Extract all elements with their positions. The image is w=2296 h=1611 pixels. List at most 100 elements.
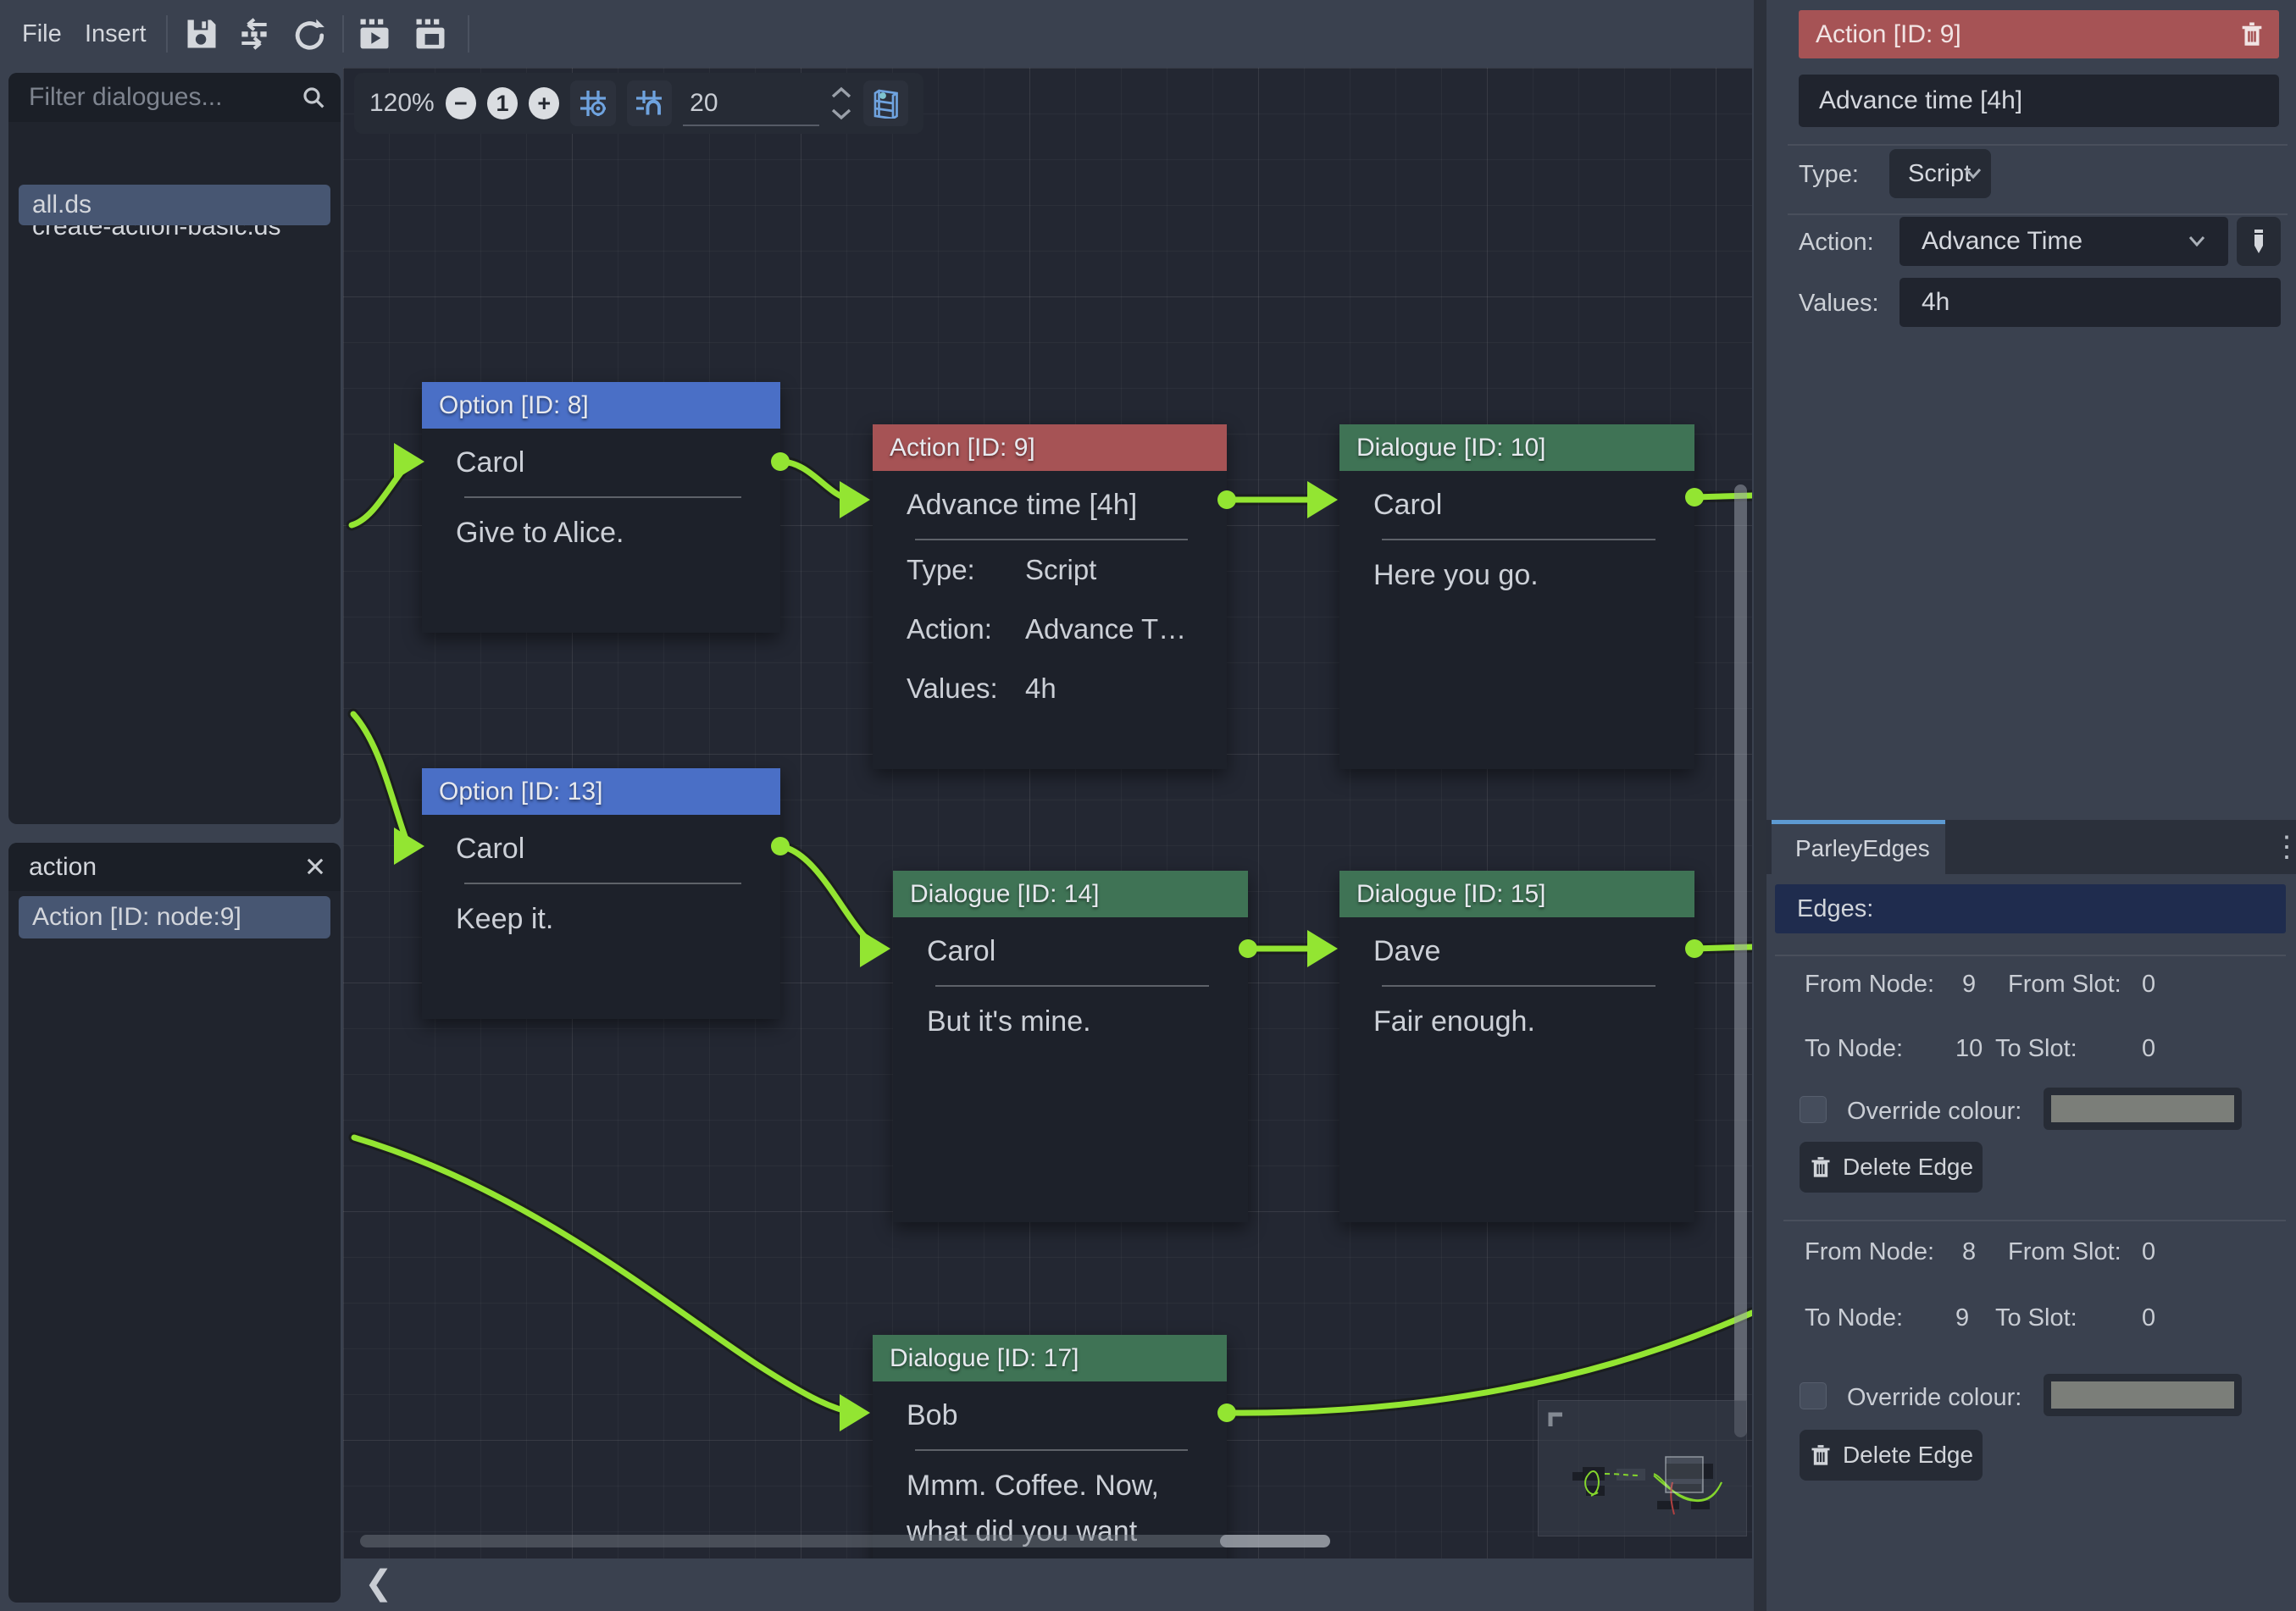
zoom-reset-button[interactable]: 1 (487, 87, 518, 119)
edit-action-button[interactable] (2237, 217, 2281, 266)
trash-icon (1809, 1154, 1833, 1180)
edge[interactable] (353, 714, 424, 865)
field-value: Script (1025, 540, 1096, 600)
horizontal-scrollbar[interactable] (360, 1535, 1330, 1547)
horizontal-scrollbar-thumb[interactable] (1220, 1535, 1330, 1547)
search-result-item-selected[interactable]: Action [ID: node:9] (19, 896, 330, 938)
delete-edge-button[interactable]: Delete Edge (1800, 1142, 1983, 1193)
test-dialogue-from-start-icon[interactable] (412, 15, 449, 53)
field-label: Type: (907, 540, 975, 600)
node-title[interactable]: Option [ID: 13] (422, 768, 780, 815)
edge[interactable] (352, 443, 424, 525)
colour-swatch (2051, 1381, 2234, 1409)
from-slot-value: 0 (2142, 1238, 2155, 1266)
refresh-icon[interactable] (291, 15, 329, 53)
override-colour-checkbox[interactable] (1800, 1382, 1827, 1409)
menu-file[interactable]: File (22, 0, 62, 68)
graph-node-dialogue-15[interactable]: Dialogue [ID: 15] Dave Fair enough. (1339, 871, 1694, 1222)
separator (1788, 144, 2288, 146)
graph-node-dialogue-10[interactable]: Dialogue [ID: 10] Carol Here you go. (1339, 424, 1694, 769)
field-value: Advance T… (1025, 600, 1186, 659)
to-node-value: 9 (1955, 1304, 1969, 1332)
toolbar-separator (468, 15, 469, 53)
delete-node-icon[interactable] (2238, 20, 2266, 49)
to-slot-value: 0 (2142, 1304, 2155, 1332)
zoom-out-button[interactable]: − (446, 87, 476, 119)
search-results-panel: action Action [ID: node:9] (8, 843, 341, 1603)
values-input[interactable]: 4h (1899, 278, 2281, 327)
snap-to-grid-toggle[interactable] (627, 80, 672, 126)
node-divider (464, 883, 741, 884)
edge[interactable] (354, 1138, 870, 1431)
collapse-sidebar-icon[interactable]: ❮ (364, 1564, 393, 1603)
dialogues-panel: Filter dialogues... create-action-basic.… (8, 73, 341, 824)
edge[interactable] (771, 452, 870, 518)
input-port-icon (1307, 481, 1338, 518)
node-divider (1382, 539, 1655, 540)
node-text: Give to Alice. (422, 498, 780, 556)
graph-minimap[interactable] (1538, 1400, 1747, 1536)
inspector-title: Action [ID: 9] (1799, 10, 1961, 58)
inspector-header: Action [ID: 9] (1799, 10, 2279, 58)
node-search-input[interactable]: action (8, 843, 341, 891)
node-title[interactable]: Dialogue [ID: 14] (893, 871, 1248, 917)
graph-node-option-8[interactable]: Option [ID: 8] Carol Give to Alice. (422, 382, 780, 633)
to-node-label: To Node: (1805, 1304, 1903, 1332)
delete-edge-button[interactable]: Delete Edge (1800, 1430, 1983, 1481)
node-speaker: Carol (422, 429, 780, 496)
minimap-viewport[interactable] (1666, 1457, 1703, 1492)
values-label: Values: (1799, 290, 1879, 318)
type-dropdown[interactable]: Script (1889, 149, 1991, 198)
filter-dialogues-input[interactable]: Filter dialogues... (8, 73, 341, 122)
edge[interactable] (771, 837, 890, 967)
from-slot-label: From Slot: (2008, 1238, 2121, 1266)
override-colour-label: Override colour: (1847, 1384, 2021, 1412)
minimap-toggle[interactable] (863, 80, 908, 126)
field-value: 4h (1025, 659, 1056, 718)
spin-down-icon[interactable] (830, 108, 852, 120)
input-port-icon (860, 930, 890, 967)
from-node-value: 9 (1962, 971, 1976, 999)
edge[interactable] (1217, 481, 1338, 518)
menu-insert[interactable]: Insert (85, 0, 147, 68)
chevron-down-icon (1964, 167, 1983, 180)
node-title[interactable]: Dialogue [ID: 17] (873, 1335, 1227, 1381)
node-name: Advance time [4h] (873, 471, 1227, 539)
action-dropdown[interactable]: Advance Time (1899, 217, 2228, 266)
edge[interactable] (1239, 930, 1338, 967)
overflow-menu-icon[interactable]: ⋮ (2272, 830, 2296, 864)
edges-section-header[interactable]: Edges: (1775, 884, 2286, 933)
from-node-label: From Node: (1805, 1238, 1934, 1266)
override-colour-picker[interactable] (2044, 1374, 2242, 1416)
override-colour-checkbox[interactable] (1800, 1096, 1827, 1123)
graph-node-action-9[interactable]: Action [ID: 9] Advance time [4h] Type: Sc… (873, 424, 1227, 769)
node-divider (935, 985, 1209, 987)
import-translations-icon[interactable] (236, 15, 273, 53)
graph-node-dialogue-17[interactable]: Dialogue [ID: 17] Bob Mmm. Coffee. Now, … (873, 1335, 1227, 1558)
spin-up-icon[interactable] (830, 86, 852, 99)
node-title[interactable]: Option [ID: 8] (422, 382, 780, 429)
clear-search-icon[interactable] (303, 855, 327, 878)
snap-distance-input[interactable]: 20 (683, 80, 819, 126)
node-text: Fair enough. (1339, 987, 1694, 1044)
colour-swatch (2051, 1095, 2234, 1122)
node-title[interactable]: Dialogue [ID: 15] (1339, 871, 1694, 917)
override-colour-picker[interactable] (2044, 1088, 2242, 1130)
graph-canvas[interactable]: Option [ID: 8] Carol Give to Alice. Acti… (343, 68, 1752, 1558)
save-icon[interactable] (183, 15, 220, 53)
node-divider (1382, 985, 1655, 987)
from-node-value: 8 (1962, 1238, 1976, 1266)
vertical-scrollbar[interactable] (1734, 484, 1747, 1437)
node-name-input[interactable]: Advance time [4h] (1799, 75, 2279, 127)
dialogue-file-item-selected[interactable]: all.ds (19, 185, 330, 225)
node-speaker: Bob (873, 1381, 1227, 1449)
graph-node-option-13[interactable]: Option [ID: 13] Carol Keep it. (422, 768, 780, 1019)
node-title[interactable]: Action [ID: 9] (873, 424, 1227, 471)
tab-parleyedges[interactable]: ParleyEdges (1772, 820, 1945, 874)
field-label: Action: (907, 600, 992, 659)
test-dialogue-icon[interactable] (356, 15, 393, 53)
graph-node-dialogue-14[interactable]: Dialogue [ID: 14] Carol But it's mine. (893, 871, 1248, 1222)
node-title[interactable]: Dialogue [ID: 10] (1339, 424, 1694, 471)
zoom-in-button[interactable]: + (529, 87, 559, 119)
show-grid-toggle[interactable] (570, 80, 615, 126)
